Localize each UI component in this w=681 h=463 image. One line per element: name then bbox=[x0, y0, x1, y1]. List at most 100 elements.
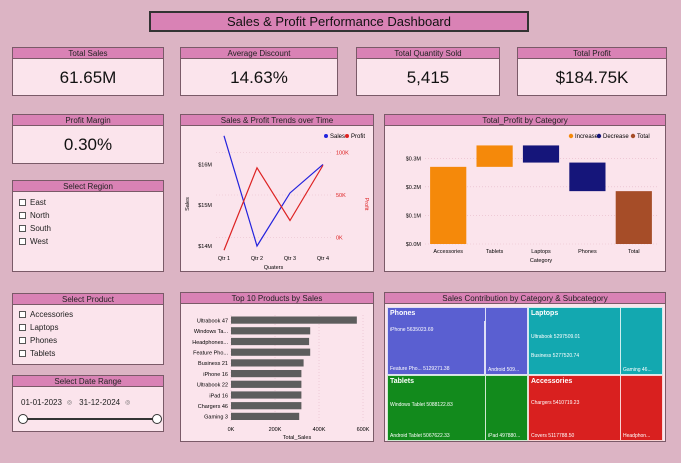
chart-title: Top 10 Products by Sales bbox=[181, 293, 373, 304]
calendar-icon[interactable]: ◎ bbox=[125, 399, 130, 406]
waterfall-chart: Increase Decrease Total $0.0M $0.1M $0.2M $0.3… bbox=[406, 133, 657, 264]
x-axis-title: Total_Sales bbox=[283, 435, 312, 441]
x-tick-label: 400K bbox=[313, 427, 326, 433]
checkbox[interactable] bbox=[19, 199, 26, 206]
y-tick-label: Feature Pho... bbox=[193, 350, 228, 356]
x-tick-label: 600K bbox=[357, 427, 370, 433]
slicer-item-tablets[interactable]: Tablets bbox=[19, 347, 163, 360]
product-bar bbox=[231, 316, 357, 324]
x-tick-label: 200K bbox=[269, 427, 282, 433]
end-date-input[interactable]: 31-12-2024 bbox=[79, 398, 120, 407]
x-axis-title: Quaters bbox=[264, 265, 284, 271]
legend-label: Increase bbox=[575, 134, 599, 140]
legend-label: Decrease bbox=[603, 134, 629, 140]
kpi-label: Total Sales bbox=[13, 48, 163, 59]
waterfall-bar bbox=[476, 145, 513, 167]
y-tick-label: iPad 16 bbox=[209, 393, 228, 399]
slicer-item-west[interactable]: West bbox=[19, 235, 163, 248]
checkbox[interactable] bbox=[19, 350, 26, 357]
waterfall-bar bbox=[615, 191, 652, 244]
waterfall-bar bbox=[522, 145, 560, 163]
top-products-chart: 0K 200K 400K 600K Ultrabook 47 Windows Ta... H… bbox=[192, 315, 370, 441]
treemap-cell-label: Chargers 5410719.23 bbox=[531, 400, 580, 406]
kpi-total-profit: Total Profit $184.75K bbox=[517, 47, 667, 96]
kpi-label: Average Discount bbox=[181, 48, 337, 59]
legend-marker bbox=[596, 133, 602, 139]
waterfall-bar bbox=[430, 166, 467, 244]
treemap-cell-label: Business 5277520.74 bbox=[531, 353, 580, 359]
y-tick-label: Chargers 46 bbox=[198, 404, 228, 410]
x-tick-label: Total bbox=[628, 249, 640, 255]
treemap-cell[interactable]: iPad 497880... bbox=[485, 375, 528, 441]
treemap-cell-label: iPhone 5635023.69 bbox=[390, 327, 434, 333]
checkbox[interactable] bbox=[19, 324, 26, 331]
checkbox[interactable] bbox=[19, 311, 26, 318]
treemap: Phones iPhone 5635023.69 Feature Pho... … bbox=[387, 307, 663, 441]
x-tick-label: Qtr 1 bbox=[218, 256, 230, 262]
chart-title: Sales & Profit Trends over Time bbox=[181, 115, 373, 126]
slicer-item-east[interactable]: East bbox=[19, 196, 163, 209]
checkbox[interactable] bbox=[19, 238, 26, 245]
x-tick-label: Qtr 3 bbox=[284, 256, 296, 262]
date-slider-start-handle[interactable] bbox=[18, 414, 28, 424]
dashboard-title: Sales & Profit Performance Dashboard bbox=[149, 11, 529, 32]
trend-chart-panel: Sales & Profit Trends over Time Sales Pro… bbox=[180, 114, 374, 272]
kpi-value: 0.30% bbox=[63, 135, 113, 154]
y-tick-label: $0.2M bbox=[406, 185, 422, 191]
chart-title: Sales Contribution by Category & Subcate… bbox=[385, 293, 665, 304]
chart-title: Total_Profit by Category bbox=[385, 115, 665, 126]
slicer-item-laptops[interactable]: Laptops bbox=[19, 321, 163, 334]
kpi-label: Total Profit bbox=[518, 48, 666, 59]
date-range-slicer: Select Date Range 01-01-2023 ◎ 31-12-202… bbox=[12, 375, 164, 432]
treemap-cell-label: Covers 5117788.50 bbox=[531, 433, 575, 439]
checkbox[interactable] bbox=[19, 212, 26, 219]
x-tick-label: Qtr 4 bbox=[317, 256, 329, 262]
legend-label: Total bbox=[637, 134, 650, 140]
slicer-item-phones[interactable]: Phones bbox=[19, 334, 163, 347]
treemap-cell[interactable]: Gaming 46... bbox=[620, 307, 663, 375]
waterfall-chart-panel: Total_Profit by Category Increase Decreas… bbox=[384, 114, 666, 272]
checkbox[interactable] bbox=[19, 337, 26, 344]
y2-tick-label: 50K bbox=[336, 193, 346, 199]
y-tick-label: $14M bbox=[198, 244, 212, 250]
x-tick-label: Qtr 2 bbox=[251, 256, 263, 262]
treemap-cell[interactable]: Feature Pho... 5129271.38 bbox=[387, 347, 485, 375]
start-date-input[interactable]: 01-01-2023 bbox=[21, 398, 62, 407]
y-tick-label: Ultrabook 22 bbox=[197, 383, 228, 389]
slicer-item-north[interactable]: North bbox=[19, 209, 163, 222]
date-slider-track[interactable] bbox=[23, 418, 156, 420]
slicer-item-label: Accessories bbox=[30, 310, 74, 319]
x-tick-label: Laptops bbox=[531, 249, 551, 255]
slicer-item-south[interactable]: South bbox=[19, 222, 163, 235]
legend-profit-marker bbox=[345, 134, 349, 138]
calendar-icon[interactable]: ◎ bbox=[67, 399, 72, 406]
treemap-cell-label: Android Tablet 5067622.33 bbox=[390, 433, 450, 439]
treemap-cell[interactable]: Headphon... bbox=[620, 375, 663, 441]
y2-tick-label: 0K bbox=[336, 236, 343, 242]
treemap-cell-label: Gaming 46... bbox=[623, 367, 652, 373]
treemap-cell-label: Ultrabook 5297509.01 bbox=[531, 334, 581, 340]
y-tick-label: iPhone 16 bbox=[203, 372, 228, 378]
y-tick-label: $15M bbox=[198, 203, 212, 209]
kpi-value: $184.75K bbox=[555, 68, 629, 87]
legend-marker bbox=[630, 133, 636, 139]
legend-sales-marker bbox=[324, 134, 328, 138]
x-tick-label: Tablets bbox=[486, 249, 504, 255]
date-slider-end-handle[interactable] bbox=[152, 414, 162, 424]
slicer-item-accessories[interactable]: Accessories bbox=[19, 308, 163, 321]
kpi-label: Profit Margin bbox=[13, 115, 163, 126]
kpi-profit-margin: Profit Margin 0.30% bbox=[12, 114, 164, 164]
treemap-cell[interactable]: Android 509... bbox=[485, 307, 528, 375]
y-tick-label: $0.1M bbox=[406, 213, 422, 219]
product-bar bbox=[231, 412, 300, 420]
kpi-average-discount: Average Discount 14.63% bbox=[180, 47, 338, 96]
x-axis-title: Category bbox=[530, 258, 553, 264]
y-tick-label: Business 21 bbox=[198, 361, 228, 367]
y-tick-label: $0.3M bbox=[406, 156, 422, 162]
product-bar bbox=[231, 402, 302, 410]
checkbox[interactable] bbox=[19, 225, 26, 232]
product-bar bbox=[231, 348, 311, 356]
slicer-item-label: Tablets bbox=[30, 349, 56, 358]
treemap-panel: Sales Contribution by Category & Subcate… bbox=[384, 292, 666, 442]
product-slicer: Select Product Accessories Laptops Phone… bbox=[12, 293, 164, 365]
